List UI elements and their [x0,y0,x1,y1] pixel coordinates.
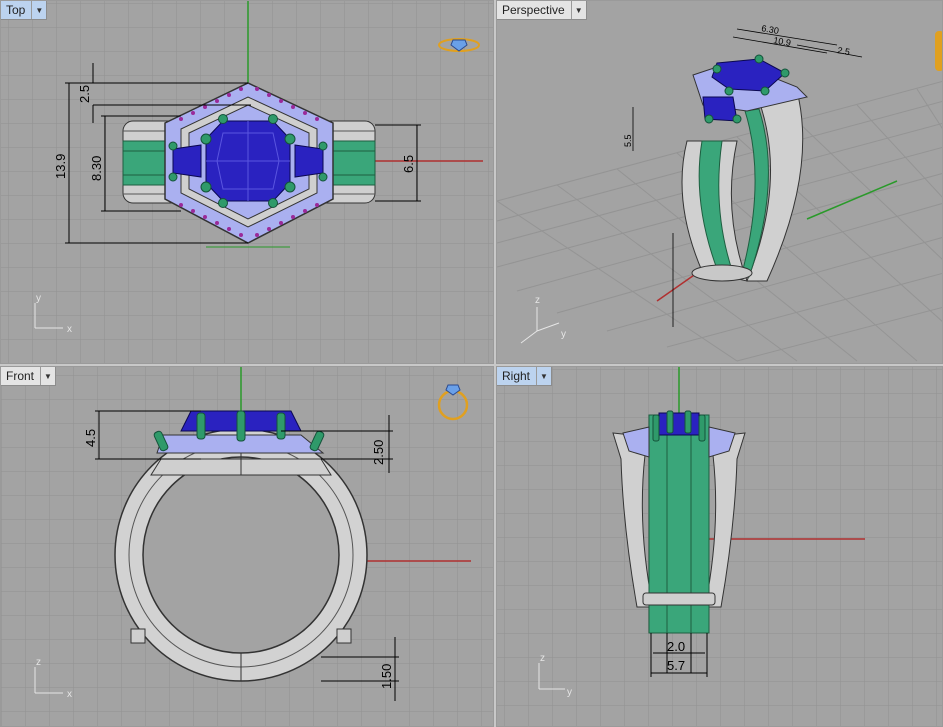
dim-top-d3: 8.30 [89,156,104,181]
dim-right-d2: 5.7 [667,658,685,673]
viewport-title-label: Top [6,3,26,17]
viewport-right-title[interactable]: Right ▼ [497,367,553,386]
dim-top-d4: 6.5 [401,155,416,173]
viewport-front-title[interactable]: Front ▼ [1,367,57,386]
axis-y-label: y [561,329,566,340]
axis-x-label: x [67,689,72,700]
viewport-title-label: Front [6,369,35,383]
dim-front-d3: 1.50 [379,664,394,689]
viewport-front-canvas[interactable]: 4.5 2.50 1.50 x z [1,367,494,727]
dim-right-d1: 2.0 [667,639,685,654]
chevron-down-icon[interactable]: ▼ [40,367,55,385]
viewport-front[interactable]: 4.5 2.50 1.50 x z Front ▼ [0,366,494,727]
dim-top-d2: 13.9 [53,154,68,179]
viewport-top[interactable]: 2.5 13.9 8.30 6.5 x y Top ▼ [0,0,494,364]
viewport-perspective-canvas[interactable]: 6.30 10.9 2.5 5.5 z y [497,1,943,364]
viewport-top-canvas[interactable]: 2.5 13.9 8.30 6.5 x y [1,1,494,364]
dim-persp-d4: 5.5 [623,134,633,147]
viewport-right-canvas[interactable]: 2.0 5.7 y z [497,367,943,727]
axis-z-label: z [540,653,545,664]
viewport-right[interactable]: 2.0 5.7 y z Right ▼ [496,366,943,727]
ring-widget-icon[interactable] [935,31,943,71]
dim-front-d2: 2.50 [371,440,386,465]
dim-persp-d3: 2.5 [837,45,851,57]
axis-y-label: y [36,293,41,304]
viewport-perspective-title[interactable]: Perspective ▼ [497,1,587,20]
chevron-down-icon[interactable]: ▼ [536,367,551,385]
axis-y-label: y [567,687,572,698]
axis-x-label: x [67,324,72,335]
dim-top-d1: 2.5 [77,85,92,103]
axis-z-label: z [36,657,41,668]
viewport-title-label: Perspective [502,3,565,17]
dim-front-d1: 4.5 [83,429,98,447]
viewport-title-label: Right [502,369,531,383]
viewport-top-title[interactable]: Top ▼ [1,1,48,20]
chevron-down-icon[interactable]: ▼ [31,1,46,19]
axis-z-label: z [535,295,540,306]
chevron-down-icon[interactable]: ▼ [570,1,586,19]
viewport-perspective[interactable]: 6.30 10.9 2.5 5.5 z y Perspective ▼ [496,0,943,364]
